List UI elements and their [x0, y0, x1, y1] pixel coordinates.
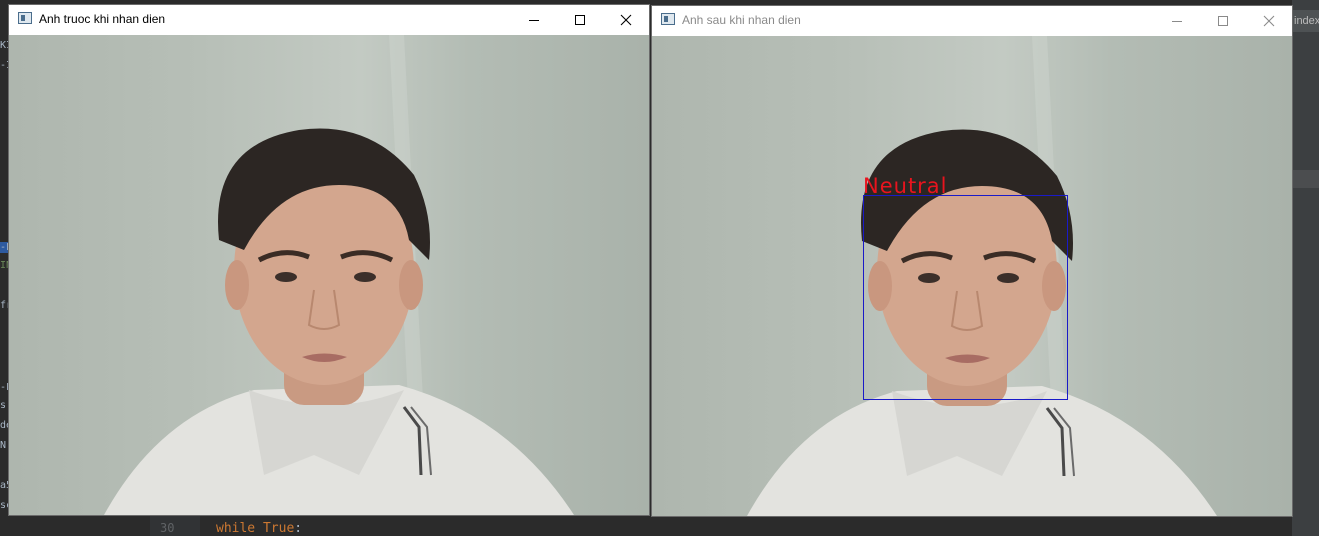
maximize-icon [575, 14, 585, 25]
editor-tab-partial[interactable]: index [1292, 10, 1319, 32]
minimize-icon [529, 19, 539, 21]
code-colon: : [294, 521, 303, 536]
titlebar[interactable]: Anh sau khi nhan dien [652, 6, 1292, 35]
minimize-button[interactable] [1154, 6, 1200, 35]
webcam-image [9, 35, 649, 515]
code-keyword-true: True [262, 521, 295, 536]
window-title: Anh truoc khi nhan dien [39, 12, 166, 26]
emotion-label: Neutral [863, 174, 948, 198]
maximize-button[interactable] [557, 5, 603, 34]
line-number: 30 [160, 521, 175, 535]
gutter: 30 [150, 516, 200, 536]
ide-editor-right-edge: index [1292, 0, 1319, 536]
close-icon [1263, 15, 1275, 26]
opencv-window-icon [661, 13, 675, 25]
face-bounding-box [863, 195, 1068, 400]
opencv-window-icon [18, 12, 32, 24]
close-button[interactable] [1246, 6, 1292, 35]
minimize-icon [1172, 20, 1182, 22]
close-icon [620, 14, 632, 25]
window-after-detection[interactable]: Anh sau khi nhan dien Neutral [652, 6, 1292, 516]
code-keyword-while: while [216, 521, 256, 536]
titlebar[interactable]: Anh truoc khi nhan dien [9, 5, 649, 34]
maximize-icon [1218, 15, 1228, 26]
maximize-button[interactable] [1200, 6, 1246, 35]
window-before-detection[interactable]: Anh truoc khi nhan dien [9, 5, 649, 515]
ide-text-fragment: s [0, 400, 7, 411]
window-title: Anh sau khi nhan dien [682, 13, 801, 27]
ide-code-line: 30 while True: [150, 516, 1292, 536]
ide-line-highlight [1292, 170, 1319, 188]
minimize-button[interactable] [511, 5, 557, 34]
ide-text-fragment: N [0, 440, 7, 451]
webcam-image: Neutral [652, 36, 1292, 516]
code-text[interactable]: while True: [216, 521, 302, 536]
webcam-frame [9, 35, 649, 515]
webcam-frame: Neutral [652, 36, 1292, 516]
close-button[interactable] [603, 5, 649, 34]
